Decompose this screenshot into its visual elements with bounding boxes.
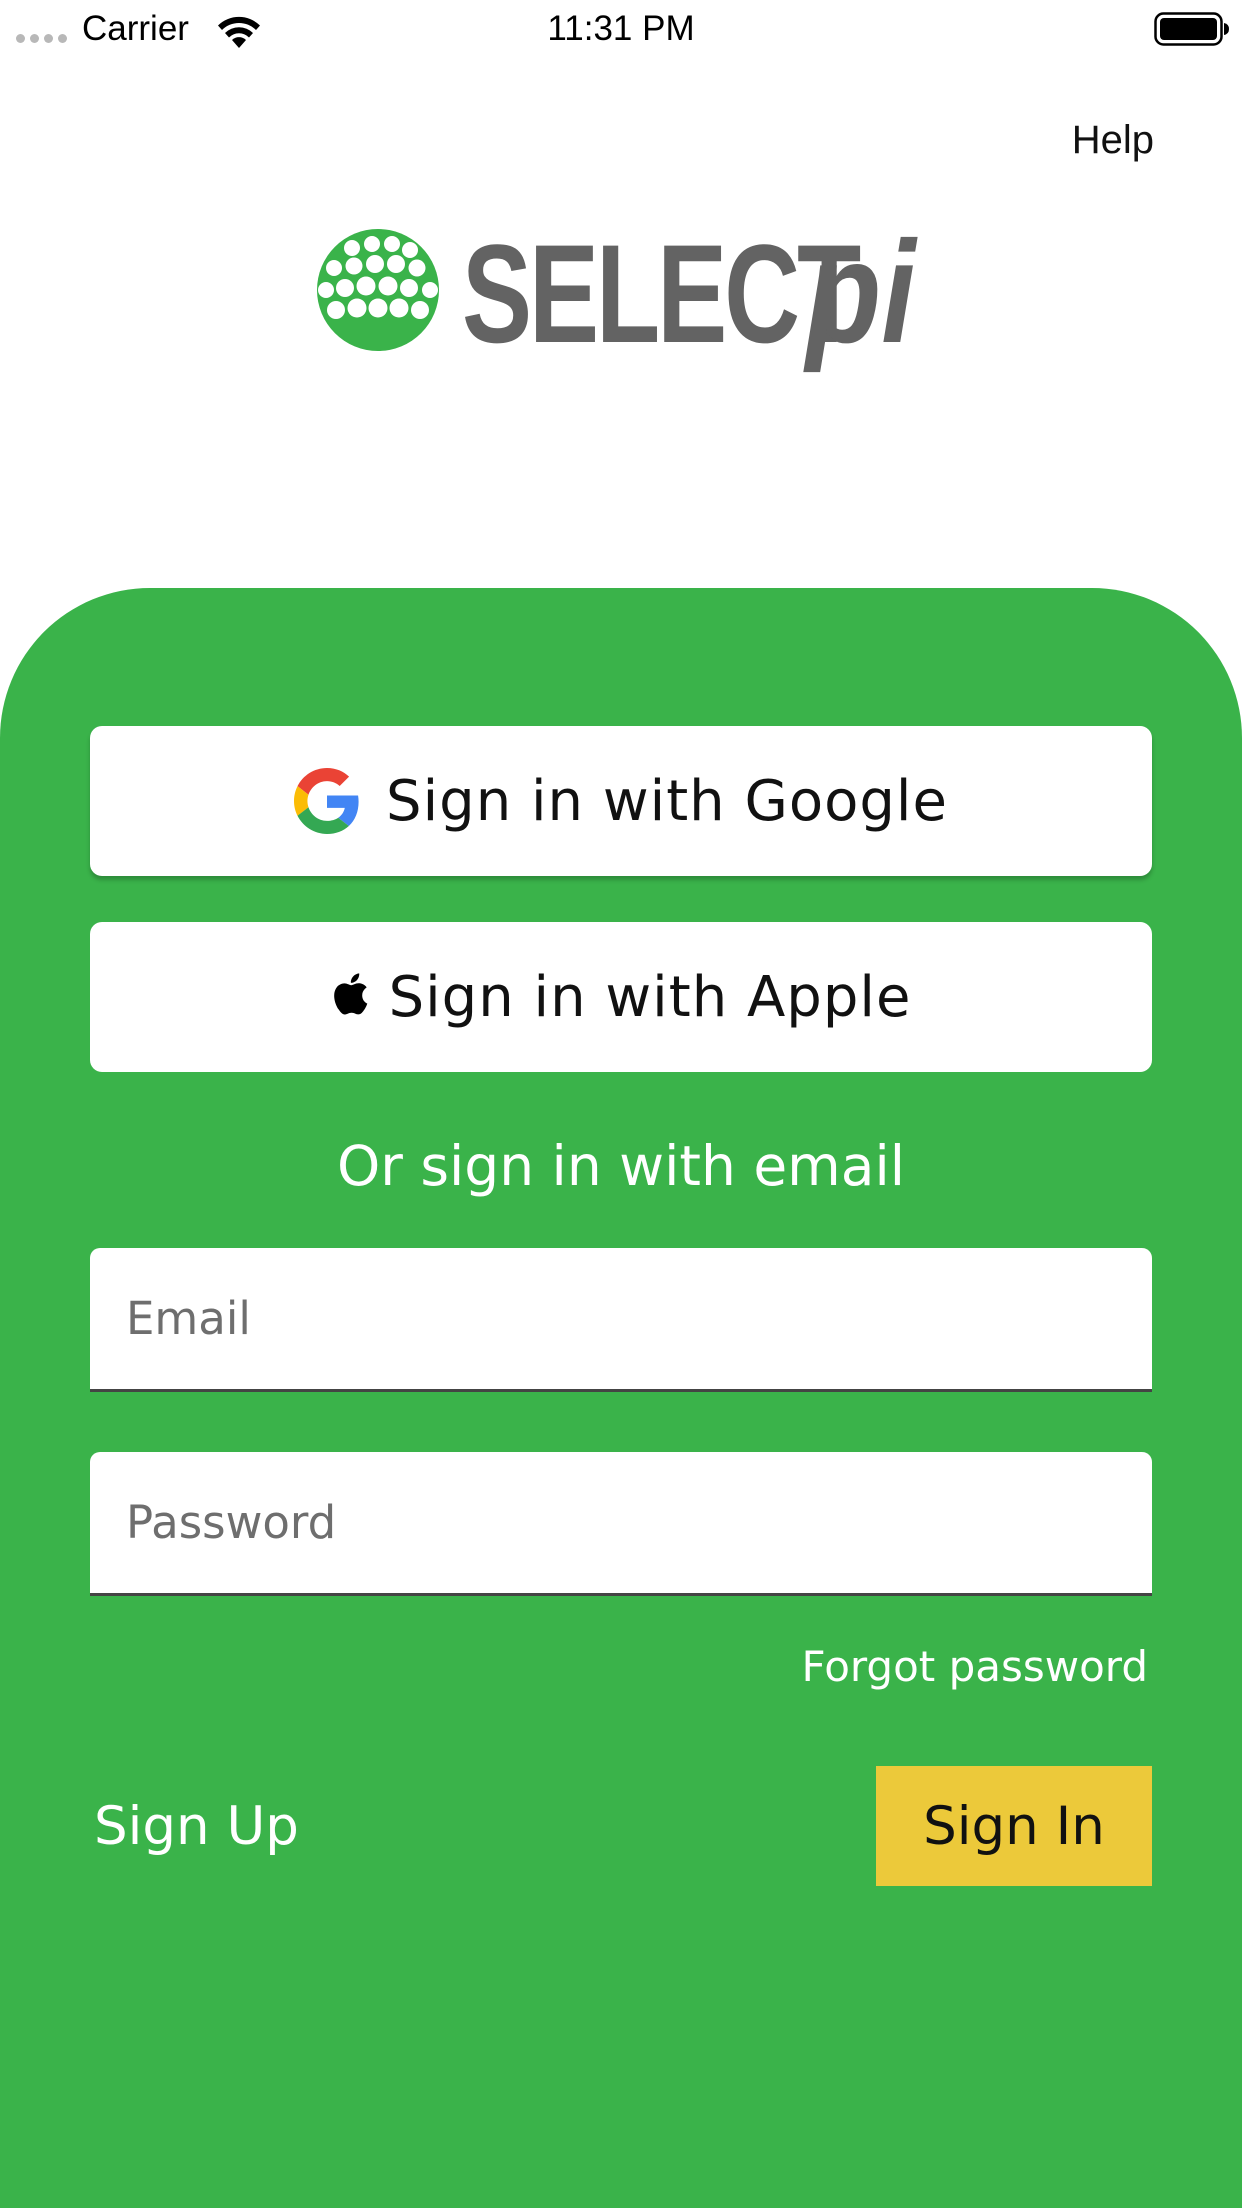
sign-in-panel: Sign in with Google Sign in with Apple O… xyxy=(0,588,1242,2208)
password-input[interactable] xyxy=(126,1452,1116,1593)
forgot-password-link[interactable]: Forgot password xyxy=(802,1642,1148,1691)
google-g-icon xyxy=(294,768,359,834)
status-bar: Carrier 11:31 PM xyxy=(0,0,1242,60)
logo-wordmark-main: SELECT xyxy=(462,215,861,372)
google-button-label: Sign in with Google xyxy=(386,768,948,834)
login-screen: Carrier 11:31 PM Help SELECT pi Sign in … xyxy=(0,0,1242,2208)
apple-icon xyxy=(333,973,367,1015)
apple-button-label: Sign in with Apple xyxy=(388,964,912,1030)
sign-in-with-apple-button[interactable]: Sign in with Apple xyxy=(90,922,1152,1072)
help-link[interactable]: Help xyxy=(1072,118,1154,163)
status-time: 11:31 PM xyxy=(547,9,695,48)
email-divider-text: Or sign in with email xyxy=(336,1134,906,1198)
email-field-container xyxy=(90,1248,1152,1392)
golf-ball-logo-icon xyxy=(317,229,439,351)
email-input[interactable] xyxy=(126,1248,1116,1389)
logo-wordmark: SELECT pi xyxy=(462,220,935,365)
sign-up-link[interactable]: Sign Up xyxy=(94,1796,299,1857)
sign-in-with-google-button[interactable]: Sign in with Google xyxy=(90,726,1152,876)
logo-wordmark-suffix: pi xyxy=(806,211,916,373)
battery-icon xyxy=(1154,12,1229,46)
app-logo: SELECT pi xyxy=(316,220,935,396)
sign-in-button[interactable]: Sign In xyxy=(876,1766,1152,1886)
password-field-container xyxy=(90,1452,1152,1596)
